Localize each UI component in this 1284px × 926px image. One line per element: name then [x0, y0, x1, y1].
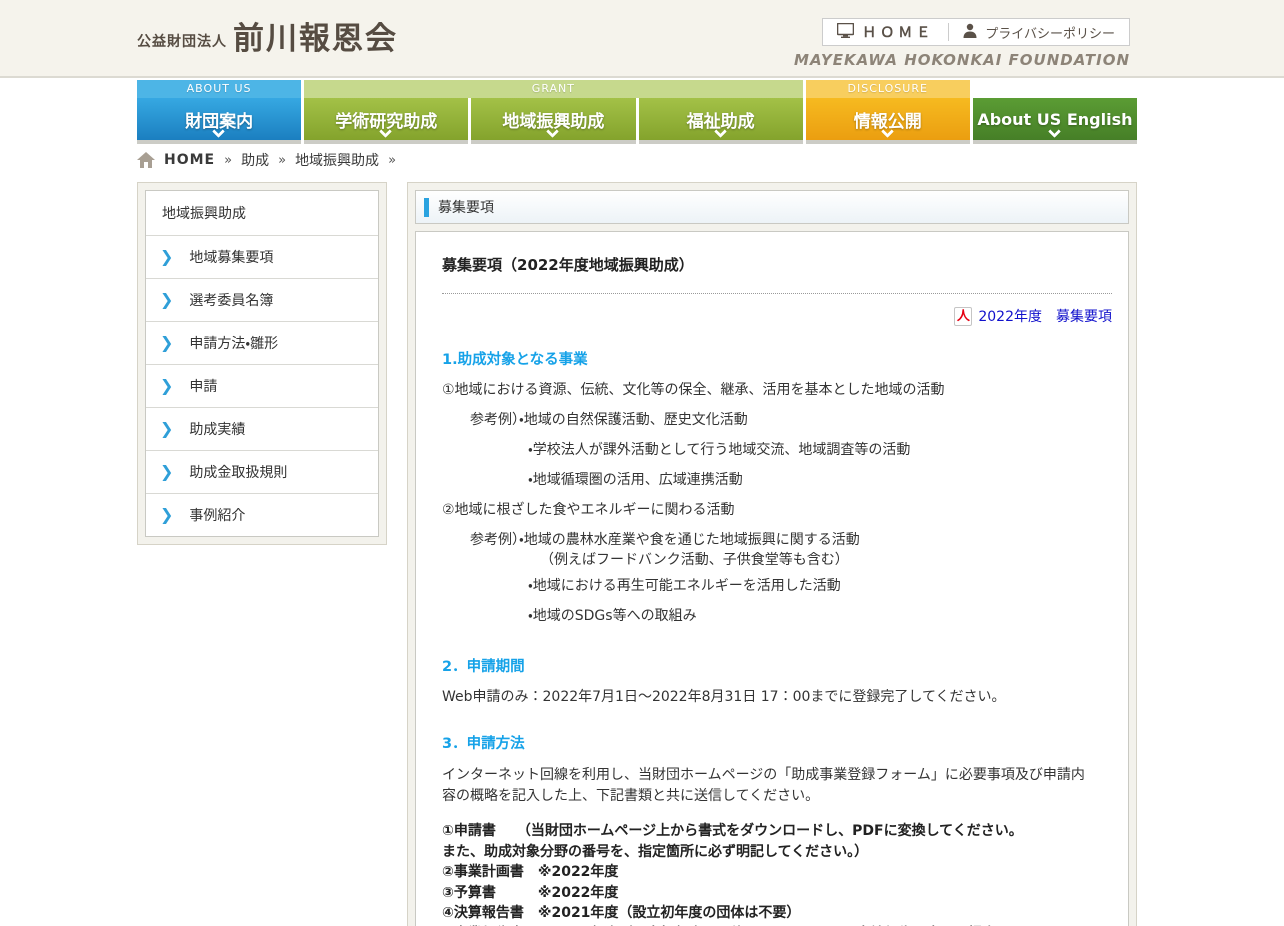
- main-content: 募集要項 募集要項（2022年度地域振興助成） 人 2022年度 募集要項 1.…: [407, 182, 1137, 926]
- nav-strip-grant: GRANT: [304, 80, 803, 98]
- sidebar-item-label: 選考委員名簿: [189, 290, 273, 310]
- tab-foundation-info[interactable]: 財団案内: [137, 98, 301, 140]
- section2-heading: 2．申請期間: [442, 655, 1112, 676]
- sidebar-item-label: 申請: [189, 376, 217, 396]
- chevron-right-icon: ❯: [160, 249, 173, 265]
- pdf-icon: 人: [954, 307, 972, 326]
- section3-heading: 3．申請方法: [442, 732, 1112, 753]
- sidebar-item-label: 申請方法・雛形: [189, 333, 278, 353]
- page-title: 募集要項（2022年度地域振興助成）: [442, 254, 1112, 275]
- breadcrumb-separator: »: [278, 153, 286, 168]
- home-icon: [137, 152, 155, 168]
- chevron-right-icon: ❯: [160, 378, 173, 394]
- monitor-icon: [837, 23, 854, 42]
- tab-welfare-grant[interactable]: 福祉助成: [639, 98, 803, 140]
- tab-information-disclosure[interactable]: 情報公開: [806, 98, 970, 140]
- chevron-right-icon: ❯: [160, 292, 173, 308]
- chevron-right-icon: ❯: [160, 335, 173, 351]
- main-nav: ABOUT US GRANT DISCLOSURE 財団案内 学術研究助成 地域…: [137, 80, 1137, 140]
- document-line: ②事業計画書 ※2022年度: [442, 862, 1112, 883]
- page: 公益財団法人 前川報恩会 ＨＯＭＥ プライバシーポリシー MAYEKAWA HO…: [0, 0, 1284, 926]
- home-link[interactable]: ＨＯＭＥ: [837, 22, 934, 42]
- section1-heading: 1.助成対象となる事業: [442, 348, 1112, 369]
- document-line: ①申請書 （当財団ホームページ上から書式をダウンロードし、PDFに変換してくださ…: [442, 821, 1112, 842]
- sidebar-title: 地域振興助成: [146, 191, 378, 235]
- sidebar-item-senko-iin-meibo[interactable]: ❯ 選考委員名簿: [146, 278, 378, 321]
- tab-regional-development-grant[interactable]: 地域振興助成: [471, 98, 635, 140]
- person-icon: [963, 23, 977, 42]
- document-line: ④決算報告書 ※2021年度（設立初年度の団体は不要）: [442, 903, 1112, 924]
- sidebar-item-boshu-yoko[interactable]: ❯ 地域募集要項: [146, 235, 378, 278]
- pdf-download-row: 人 2022年度 募集要項: [442, 306, 1112, 326]
- sidebar-item-label: 助成実績: [189, 419, 245, 439]
- breadcrumb-separator: »: [388, 153, 396, 168]
- dotted-divider: [442, 293, 1112, 294]
- site-logo[interactable]: 公益財団法人 前川報恩会: [137, 24, 398, 55]
- sidebar-item-josei-jisseki[interactable]: ❯ 助成実績: [146, 407, 378, 450]
- nav-strip-about-us: ABOUT US: [137, 80, 301, 98]
- chevron-right-icon: ❯: [160, 507, 173, 523]
- section1-line: ②地域に根ざした食やエネルギーに関わる活動: [442, 495, 1112, 525]
- content-box: 募集要項（2022年度地域振興助成） 人 2022年度 募集要項 1.助成対象と…: [415, 231, 1129, 926]
- tab-about-us-english[interactable]: About US English: [973, 98, 1137, 140]
- sidebar-item-toriatsukai-kisoku[interactable]: ❯ 助成金取扱規則: [146, 450, 378, 493]
- content-columns: 地域振興助成 ❯ 地域募集要項 ❯ 選考委員名簿 ❯ 申請方法・雛形 ❯ 申請: [137, 182, 1137, 926]
- sidebar-item-shinsei-hoho[interactable]: ❯ 申請方法・雛形: [146, 321, 378, 364]
- panel-header: 募集要項: [415, 190, 1129, 224]
- breadcrumb-grant-link[interactable]: 助成: [241, 150, 269, 170]
- section1-line: ・学校法人が課外活動として行う地域交流、地域調査等の活動: [528, 435, 1112, 465]
- sidebar-item-label: 助成金取扱規則: [189, 462, 287, 482]
- section3-body: インターネット回線を利用し、当財団ホームページの「助成事業登録フォーム」に必要事…: [442, 765, 1090, 807]
- sidebar-item-jirei-shokai[interactable]: ❯ 事例紹介: [146, 493, 378, 536]
- document-line: また、助成対象分野の番号を、指定箇所に必ず明記してください。）: [442, 842, 1112, 863]
- tab-academic-research-grant[interactable]: 学術研究助成: [304, 98, 468, 140]
- section1-line: ・地域における再生可能エネルギーを活用した活動: [528, 571, 1112, 601]
- sidebar-item-label: 事例紹介: [189, 505, 245, 525]
- home-link-label: ＨＯＭＥ: [862, 22, 934, 42]
- section1-line: 参考例）・地域の自然保護活動、歴史文化活動: [470, 405, 1112, 435]
- org-name-label: 前川報恩会: [233, 24, 398, 55]
- chevron-right-icon: ❯: [160, 464, 173, 480]
- privacy-policy-link[interactable]: プライバシーポリシー: [963, 23, 1115, 42]
- section1-line: （例えばフードバンク活動、子供食堂等も含む）: [540, 551, 1112, 571]
- breadcrumb-home-link[interactable]: HOME: [164, 152, 215, 168]
- section1-line: ①地域における資源、伝統、文化等の保全、継承、活用を基本とした地域の活動: [442, 375, 1112, 405]
- breadcrumb-regional-grant-link[interactable]: 地域振興助成: [295, 150, 379, 170]
- foundation-romaji-name: MAYEKAWA HOKONKAI FOUNDATION: [794, 51, 1130, 69]
- accent-bar: [424, 198, 429, 217]
- site-header: 公益財団法人 前川報恩会 ＨＯＭＥ プライバシーポリシー MAYEKAWA HO…: [0, 0, 1284, 78]
- sidebar-item-label: 地域募集要項: [189, 247, 273, 267]
- breadcrumb: HOME » 助成 » 地域振興助成 »: [137, 150, 396, 170]
- pdf-download-link[interactable]: 2022年度 募集要項: [978, 306, 1112, 326]
- privacy-policy-label: プライバシーポリシー: [985, 23, 1115, 42]
- panel-title: 募集要項: [438, 197, 494, 217]
- sidebar-menu: 地域振興助成 ❯ 地域募集要項 ❯ 選考委員名簿 ❯ 申請方法・雛形 ❯ 申請: [145, 190, 379, 537]
- section1-line: ・地域循環圏の活用、広域連携活動: [528, 465, 1112, 495]
- chevron-right-icon: ❯: [160, 421, 173, 437]
- utility-box: ＨＯＭＥ プライバシーポリシー: [822, 18, 1130, 46]
- breadcrumb-separator: »: [224, 153, 232, 168]
- sidebar-item-shinsei[interactable]: ❯ 申請: [146, 364, 378, 407]
- required-documents-list: ①申請書 （当財団ホームページ上から書式をダウンロードし、PDFに変換してくださ…: [442, 821, 1112, 926]
- sidebar: 地域振興助成 ❯ 地域募集要項 ❯ 選考委員名簿 ❯ 申請方法・雛形 ❯ 申請: [137, 182, 387, 545]
- document-line: ③予算書 ※2022年度: [442, 883, 1112, 904]
- section2-body: Web申請のみ：2022年7月1日～2022年8月31日 17：00までに登録完…: [442, 682, 1112, 712]
- nav-strip-disclosure: DISCLOSURE: [806, 80, 970, 98]
- org-type-label: 公益財団法人: [137, 31, 227, 55]
- utility-separator: [948, 23, 949, 41]
- section1-line: ・地域のSDGs等への取組み: [528, 601, 1112, 631]
